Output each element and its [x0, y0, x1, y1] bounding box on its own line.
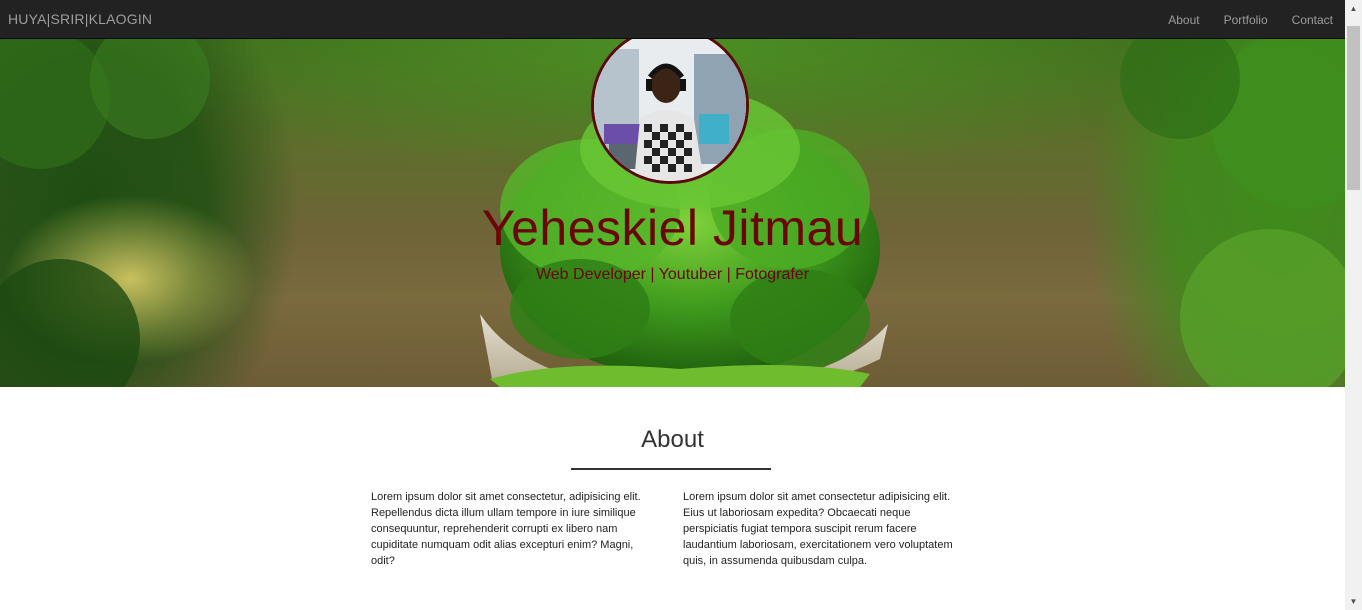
about-paragraph-left: Lorem ipsum dolor sit amet consectetur, …: [371, 491, 641, 567]
nav-link-portfolio[interactable]: Portfolio: [1224, 13, 1268, 27]
hero-tagline: Web Developer | Youtuber | Fotografer: [535, 266, 810, 283]
about-divider: [571, 468, 771, 470]
brand-logo[interactable]: HUYA|SRIR|KLAOGIN: [8, 11, 152, 27]
nav-links: About Portfolio Contact: [1144, 0, 1333, 39]
about-heading: About: [641, 426, 704, 453]
profile-photo: [594, 39, 746, 181]
scroll-down-arrow-icon[interactable]: ▼: [1345, 593, 1362, 610]
nav-link-about[interactable]: About: [1168, 13, 1199, 27]
about-paragraph-right: Lorem ipsum dolor sit amet consectetur a…: [683, 491, 953, 567]
navbar: HUYA|SRIR|KLAOGIN About Portfolio Contac…: [0, 0, 1345, 39]
hero-name: Yeheskiel Jitmau: [481, 200, 864, 256]
nav-link-contact[interactable]: Contact: [1292, 13, 1333, 27]
scrollbar-thumb[interactable]: [1347, 26, 1360, 190]
hero-section: Yeheskiel Jitmau Web Developer | Youtube…: [0, 39, 1345, 387]
scroll-up-arrow-icon[interactable]: ▲: [1345, 0, 1362, 17]
